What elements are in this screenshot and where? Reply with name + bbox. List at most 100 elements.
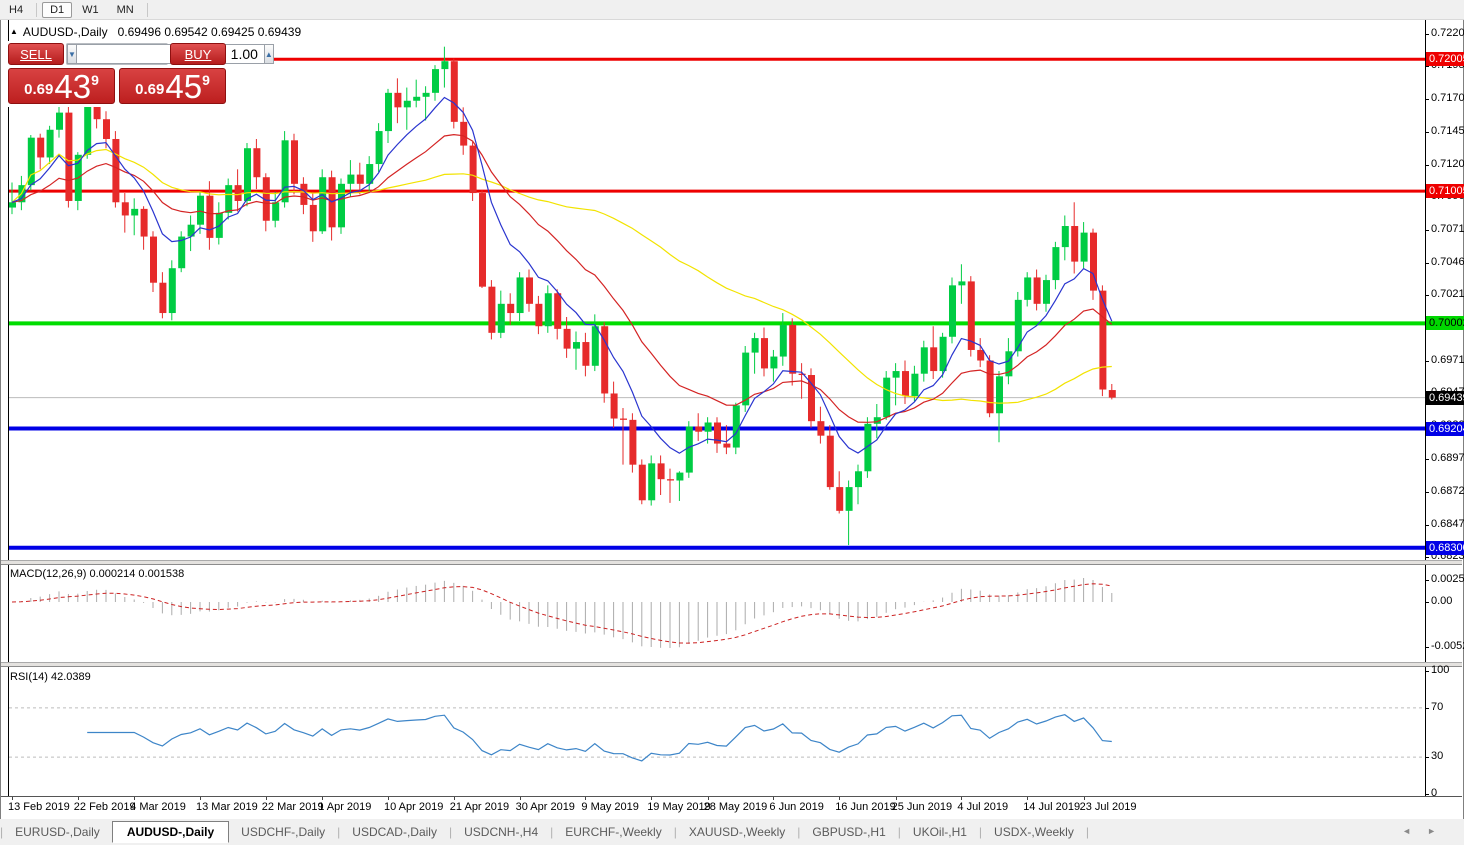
date-tick-mark bbox=[388, 797, 389, 800]
rsi-label: RSI(14) 42.0389 bbox=[10, 671, 91, 683]
date-label: 30 Apr 2019 bbox=[516, 801, 575, 813]
tab-eurusd-daily[interactable]: EURUSD-,Daily bbox=[3, 822, 112, 842]
date-label: 25 Jun 2019 bbox=[892, 801, 953, 813]
tab-usdcnh-h4[interactable]: USDCNH-,H4 bbox=[452, 822, 550, 842]
date-tick-mark bbox=[896, 797, 897, 800]
axis-tick-mark bbox=[1425, 263, 1429, 264]
toolbar-separator bbox=[36, 3, 37, 17]
date-tick-mark bbox=[773, 797, 774, 800]
axis-tick-mark bbox=[1425, 580, 1429, 581]
timeframe-button-w1[interactable]: W1 bbox=[74, 2, 107, 18]
price-tick-label: 0.68725 bbox=[1431, 485, 1464, 497]
price-badge: 0.68300 bbox=[1426, 541, 1464, 555]
macd-label: MACD(12,26,9) 0.000214 0.001538 bbox=[10, 568, 184, 580]
date-tick-mark bbox=[200, 797, 201, 800]
rsi-tick-label: 100 bbox=[1431, 664, 1449, 676]
volume-decrease-button[interactable]: ▼ bbox=[67, 44, 77, 64]
tab-usdx-weekly[interactable]: USDX-,Weekly bbox=[982, 822, 1086, 842]
axis-tick-mark bbox=[1425, 459, 1429, 460]
panel-bottom-border bbox=[1, 796, 1462, 797]
axis-tick-mark bbox=[1425, 602, 1429, 603]
chart-window-frame bbox=[0, 19, 1464, 820]
date-label: 22 Feb 2019 bbox=[74, 801, 136, 813]
tab-eurchf-weekly[interactable]: EURCHF-,Weekly bbox=[553, 822, 673, 842]
trade-controls-row: SELL ▼ ▲ BUY bbox=[6, 43, 228, 67]
rsi-splitter[interactable] bbox=[1, 662, 1462, 667]
price-badge: 0.69204 bbox=[1426, 422, 1464, 436]
sell-price-point: 9 bbox=[91, 72, 99, 88]
price-tick-label: 0.68475 bbox=[1431, 518, 1464, 530]
date-label: 13 Mar 2019 bbox=[196, 801, 258, 813]
date-tick-mark bbox=[322, 797, 323, 800]
macd-tick-label: 0.00 bbox=[1431, 595, 1452, 607]
tab-usdchf-daily[interactable]: USDCHF-,Daily bbox=[229, 822, 337, 842]
macd-splitter[interactable] bbox=[1, 560, 1462, 565]
volume-increase-button[interactable]: ▲ bbox=[264, 44, 274, 64]
plot-left-border bbox=[8, 20, 9, 797]
date-tick-mark bbox=[134, 797, 135, 800]
axis-tick-mark bbox=[1425, 230, 1429, 231]
buy-button[interactable]: BUY bbox=[170, 43, 226, 65]
mt4-window: H4 D1W1MN ▲ AUDUSD-,Daily 0.69496 0.69542 0… bbox=[0, 0, 1464, 845]
date-label: 28 May 2019 bbox=[704, 801, 768, 813]
axis-tick-mark bbox=[1425, 34, 1429, 35]
axis-tick-mark bbox=[1425, 647, 1429, 648]
sell-button[interactable]: SELL bbox=[8, 43, 64, 65]
sell-price-pips: 43 bbox=[54, 69, 91, 103]
date-tick-mark bbox=[651, 797, 652, 800]
date-label: 22 Mar 2019 bbox=[262, 801, 324, 813]
date-label: 6 Jun 2019 bbox=[769, 801, 823, 813]
sell-price-display[interactable]: 0.69 43 9 bbox=[8, 68, 115, 104]
chart-tab-bar: ◄► | EURUSD-,DailyAUDUSD-,DailyUSDCHF-,Da… bbox=[0, 819, 1464, 845]
price-tick-label: 0.71705 bbox=[1431, 92, 1464, 104]
date-label: 21 Apr 2019 bbox=[450, 801, 509, 813]
date-label: 1 Apr 2019 bbox=[318, 801, 371, 813]
date-tick-mark bbox=[1027, 797, 1028, 800]
tab-separator: | bbox=[1086, 825, 1089, 839]
tab-usdcad-daily[interactable]: USDCAD-,Daily bbox=[340, 822, 449, 842]
collapse-trade-panel-icon[interactable]: ▲ bbox=[10, 27, 18, 36]
date-tick-mark bbox=[708, 797, 709, 800]
date-label: 19 May 2019 bbox=[647, 801, 711, 813]
buy-price-point: 9 bbox=[202, 72, 210, 88]
timeframe-button-d1[interactable]: D1 bbox=[42, 2, 72, 18]
tab-audusd-daily[interactable]: AUDUSD-,Daily bbox=[112, 821, 229, 843]
rsi-tick-label: 30 bbox=[1431, 750, 1443, 762]
price-tick-label: 0.69715 bbox=[1431, 354, 1464, 366]
price-tick-label: 0.70710 bbox=[1431, 223, 1464, 235]
date-label: 23 Jul 2019 bbox=[1080, 801, 1137, 813]
rsi-tick-label: 0 bbox=[1431, 787, 1437, 799]
axis-tick-mark bbox=[1425, 757, 1429, 758]
axis-tick-mark bbox=[1425, 492, 1429, 493]
one-click-trading-panel: SELL ▼ ▲ BUY 0.69 43 9 0.69 45 9 bbox=[6, 41, 228, 107]
timeframe-toolbar: H4 D1W1MN bbox=[0, 0, 1464, 20]
ohlc-values: 0.69496 0.69542 0.69425 0.69439 bbox=[118, 25, 302, 39]
price-tick-label: 0.71455 bbox=[1431, 125, 1464, 137]
macd-tick-label: 0.002522 bbox=[1431, 573, 1464, 585]
symbol-period-label: AUDUSD-,Daily bbox=[23, 25, 108, 39]
timeframe-button-h4[interactable]: H4 bbox=[1, 2, 31, 18]
toolbar-separator bbox=[147, 3, 148, 17]
axis-tick-mark bbox=[1425, 361, 1429, 362]
timeframe-button-mn[interactable]: MN bbox=[109, 2, 142, 18]
date-label: 14 Jul 2019 bbox=[1023, 801, 1080, 813]
date-tick-mark bbox=[454, 797, 455, 800]
macd-tick-label: -0.005234 bbox=[1431, 640, 1464, 652]
date-tick-mark bbox=[585, 797, 586, 800]
tab-gbpusd-h1[interactable]: GBPUSD-,H1 bbox=[800, 822, 897, 842]
tab-xauusd-weekly[interactable]: XAUUSD-,Weekly bbox=[677, 822, 797, 842]
date-label: 4 Mar 2019 bbox=[130, 801, 186, 813]
price-badge: 0.72005 bbox=[1426, 52, 1464, 66]
date-tick-mark bbox=[1084, 797, 1085, 800]
axis-tick-mark bbox=[1425, 525, 1429, 526]
buy-price-display[interactable]: 0.69 45 9 bbox=[119, 68, 226, 104]
date-tick-mark bbox=[839, 797, 840, 800]
price-axis-line bbox=[1425, 20, 1426, 797]
price-tick-label: 0.70215 bbox=[1431, 288, 1464, 300]
tab-scroll-arrows[interactable]: ◄► bbox=[1402, 826, 1452, 836]
date-label: 13 Feb 2019 bbox=[8, 801, 70, 813]
price-badge: 0.70002 bbox=[1426, 316, 1464, 330]
date-label: 16 Jun 2019 bbox=[835, 801, 896, 813]
date-label: 9 May 2019 bbox=[581, 801, 638, 813]
tab-ukoil-h1[interactable]: UKOil-,H1 bbox=[901, 822, 979, 842]
